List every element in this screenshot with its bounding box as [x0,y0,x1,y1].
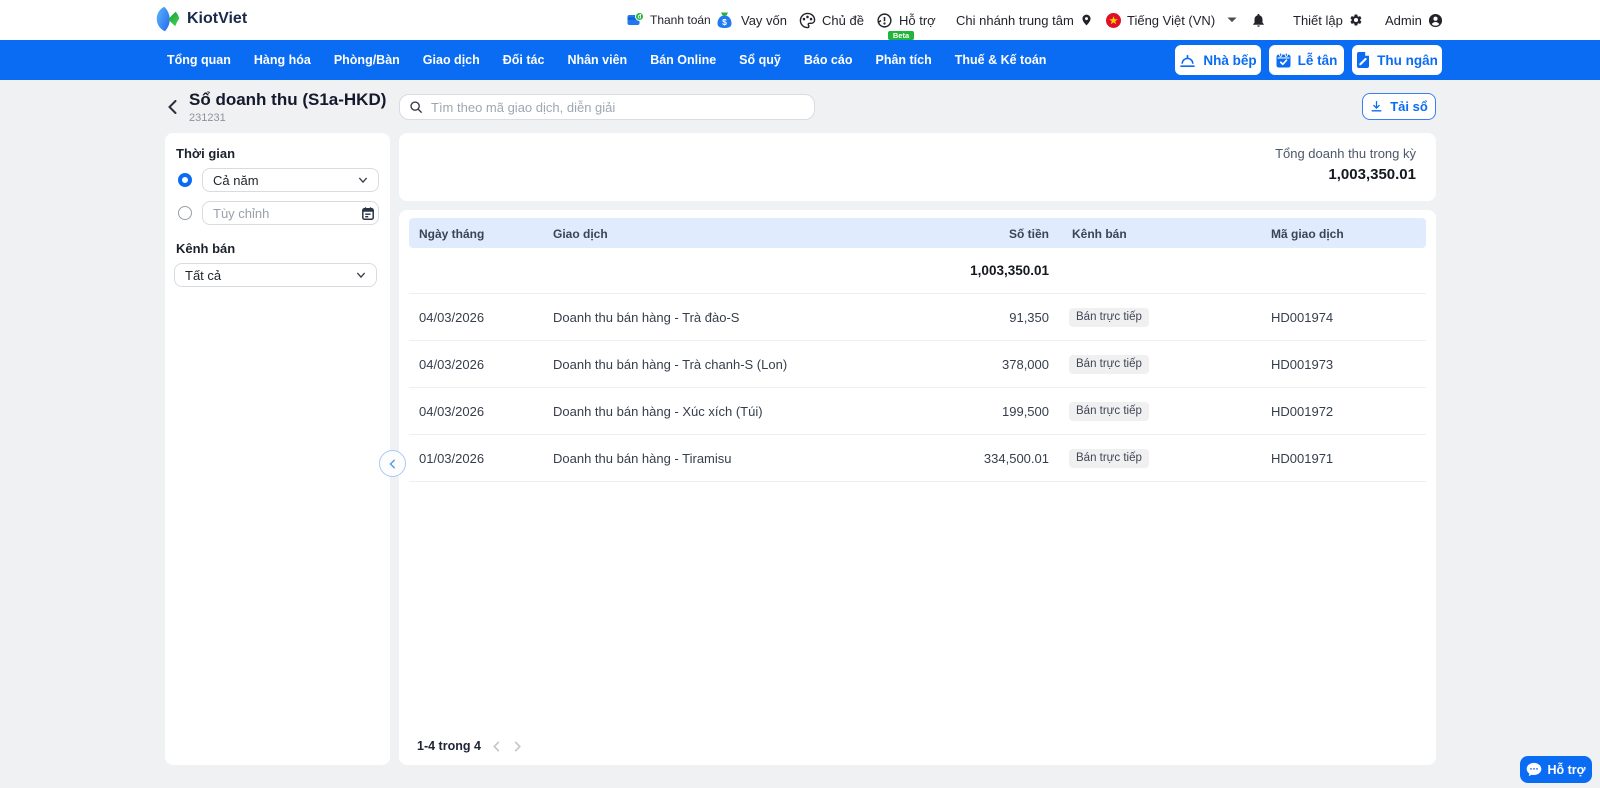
svg-text:$: $ [722,17,727,27]
svg-text:đ: đ [638,15,642,21]
